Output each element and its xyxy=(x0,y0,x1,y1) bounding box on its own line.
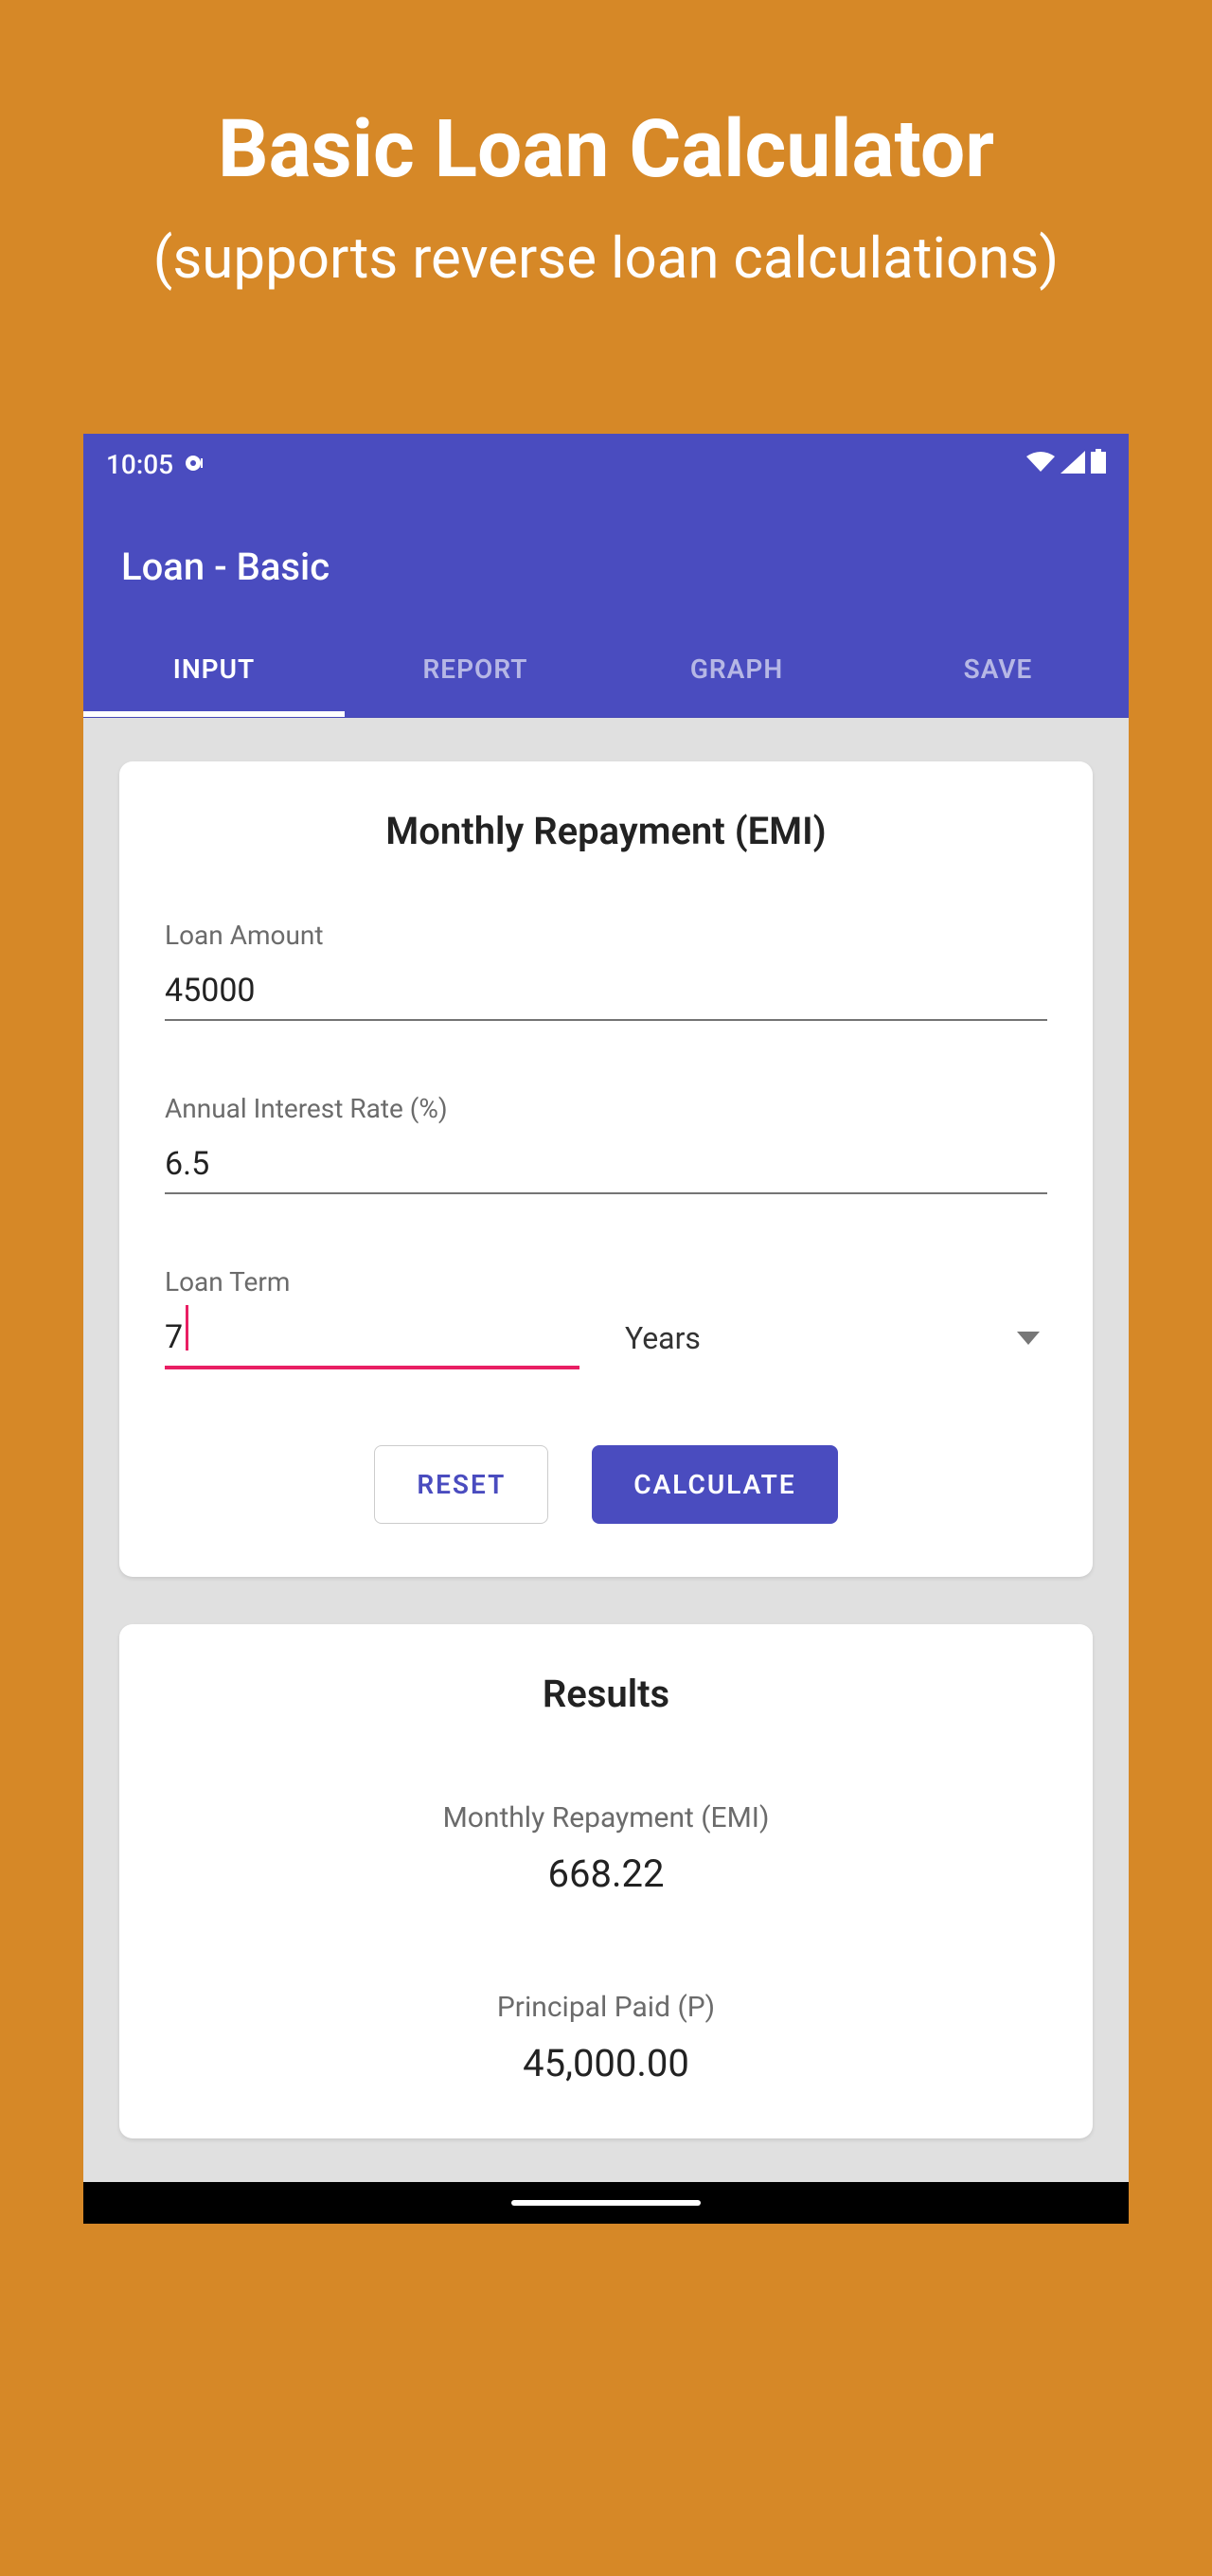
emi-value: 668.22 xyxy=(165,1852,1047,1896)
app-bar: Loan - Basic xyxy=(83,488,1129,627)
signal-icon xyxy=(1060,449,1085,480)
wifi-icon xyxy=(1026,449,1055,480)
tab-graph[interactable]: GRAPH xyxy=(606,627,867,717)
status-notification-icon xyxy=(185,449,205,480)
chevron-down-icon xyxy=(1017,1332,1040,1345)
loan-amount-input[interactable] xyxy=(165,964,1047,1021)
tab-input[interactable]: INPUT xyxy=(83,627,345,717)
status-time: 10:05 xyxy=(106,449,173,480)
loan-term-label: Loan Term xyxy=(165,1266,1047,1297)
loan-term-unit-value: Years xyxy=(625,1320,701,1356)
loan-term-input[interactable] xyxy=(165,1311,579,1369)
tab-report[interactable]: REPORT xyxy=(345,627,606,717)
principal-value: 45,000.00 xyxy=(165,2041,1047,2085)
interest-rate-label: Annual Interest Rate (%) xyxy=(165,1093,1047,1124)
content-area: Monthly Repayment (EMI) Loan Amount Annu… xyxy=(83,718,1129,2182)
text-cursor xyxy=(186,1305,188,1351)
hero-title: Basic Loan Calculator xyxy=(218,104,994,196)
calculate-button[interactable]: CALCULATE xyxy=(592,1445,837,1524)
hero-subtitle: (supports reverse loan calculations) xyxy=(153,224,1059,292)
emi-label: Monthly Repayment (EMI) xyxy=(165,1801,1047,1834)
principal-label: Principal Paid (P) xyxy=(165,1991,1047,2024)
input-card-title: Monthly Repayment (EMI) xyxy=(165,809,1047,853)
tab-bar: INPUT REPORT GRAPH SAVE xyxy=(83,627,1129,718)
tab-save[interactable]: SAVE xyxy=(867,627,1129,717)
results-card: Results Monthly Repayment (EMI) 668.22 P… xyxy=(119,1624,1093,2138)
results-title: Results xyxy=(165,1672,1047,1716)
loan-term-unit-select[interactable]: Years xyxy=(617,1313,1047,1369)
android-nav-bar xyxy=(83,2182,1129,2224)
reset-button[interactable]: RESET xyxy=(374,1445,548,1524)
phone-frame: 10:05 Loan - Basic INPUT REPORT GRAPH SA… xyxy=(83,434,1129,2224)
input-card: Monthly Repayment (EMI) Loan Amount Annu… xyxy=(119,761,1093,1577)
loan-amount-label: Loan Amount xyxy=(165,920,1047,951)
nav-handle[interactable] xyxy=(511,2200,701,2206)
app-title: Loan - Basic xyxy=(121,545,1091,589)
battery-icon xyxy=(1091,449,1106,480)
interest-rate-input[interactable] xyxy=(165,1137,1047,1194)
status-bar: 10:05 xyxy=(83,434,1129,488)
